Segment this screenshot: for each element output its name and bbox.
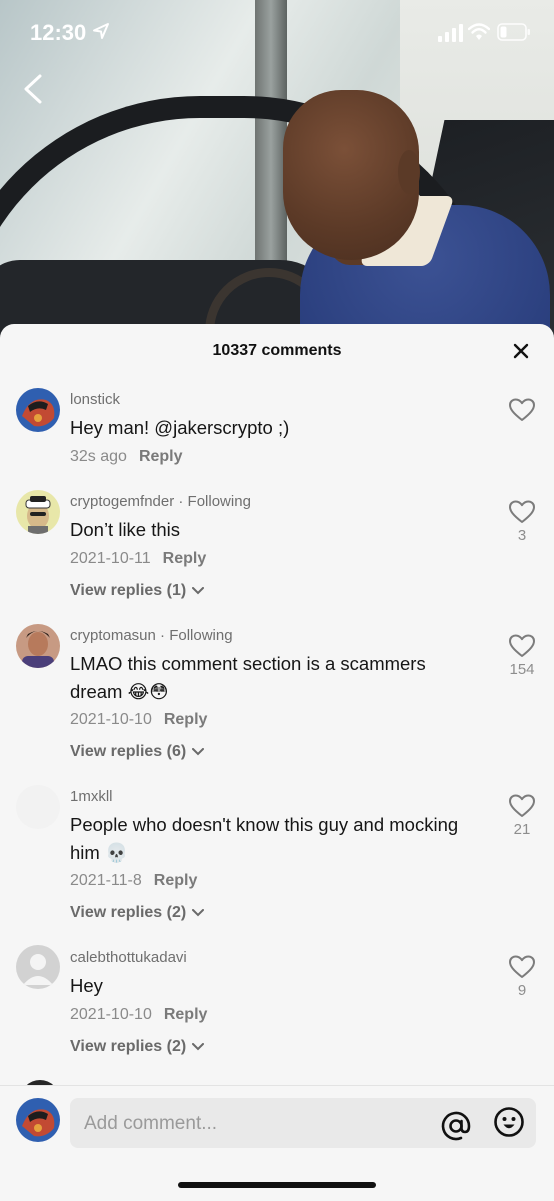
location-arrow-icon	[93, 23, 109, 39]
avatar[interactable]	[16, 624, 60, 668]
avatar-image	[16, 490, 60, 534]
reply-button[interactable]: Reply	[139, 448, 183, 465]
avatar-image	[16, 624, 60, 668]
heart-outline-icon[interactable]	[509, 500, 535, 524]
comment-username[interactable]: calebthottukadavi	[70, 949, 187, 966]
like-count: 21	[513, 821, 531, 838]
chevron-down-icon	[192, 586, 205, 595]
comment-time: 2021-11-8	[70, 872, 142, 889]
comment-username[interactable]: cryptomasun · Following	[70, 627, 233, 644]
close-button[interactable]	[510, 340, 532, 362]
chevron-down-icon	[192, 1042, 205, 1051]
like-count: 9	[517, 982, 527, 999]
reply-button[interactable]: Reply	[154, 872, 198, 889]
view-replies-button[interactable]: View replies (2)	[70, 904, 205, 922]
home-indicator[interactable]	[178, 1182, 376, 1188]
view-replies-button[interactable]: View replies (2)	[70, 1038, 205, 1056]
comment-text: LMAO this comment section is a scammers …	[70, 653, 426, 702]
view-replies-button[interactable]: View replies (1)	[70, 582, 205, 600]
avatar-image	[16, 1098, 60, 1142]
comments-sheet: 10337 comments lonstick Hey man! @jakers…	[0, 324, 554, 1200]
comment-input[interactable]	[82, 1098, 426, 1150]
cellular-signal-icon	[438, 24, 463, 42]
my-avatar	[16, 1098, 60, 1142]
comment-meta: 2021-10-10 Reply	[70, 711, 207, 729]
like-count: 154	[509, 661, 535, 678]
comments-header: 10337 comments	[0, 324, 554, 376]
view-replies-button[interactable]: View replies (6)	[70, 743, 205, 761]
heart-outline-icon[interactable]	[509, 634, 535, 658]
comment-meta: 2021-10-11 Reply	[70, 550, 206, 568]
comment-meta: 32s ago Reply	[70, 448, 183, 466]
wifi-icon	[468, 23, 490, 40]
comment-time: 2021-10-10	[70, 711, 152, 728]
battery-icon	[497, 23, 530, 41]
comment-time: 2021-10-11	[70, 550, 151, 567]
chevron-down-icon	[192, 908, 205, 917]
reply-button[interactable]: Reply	[164, 1006, 208, 1023]
heart-outline-icon[interactable]	[509, 955, 535, 979]
status-bar: 12:30	[0, 0, 554, 70]
avatar[interactable]	[16, 785, 60, 829]
like-count: 3	[517, 527, 527, 544]
comment-time: 32s ago	[70, 448, 127, 465]
comment-meta: 2021-11-8 Reply	[70, 872, 197, 890]
back-button[interactable]	[18, 72, 48, 106]
smiley-icon[interactable]	[493, 1106, 525, 1138]
reply-button[interactable]: Reply	[163, 550, 207, 567]
comment-text: Hey	[70, 975, 103, 996]
avatar[interactable]	[16, 945, 60, 989]
comment-meta: 2021-10-10 Reply	[70, 1006, 207, 1024]
avatar-image	[16, 388, 60, 432]
avatar[interactable]	[16, 388, 60, 432]
reply-button[interactable]: Reply	[164, 711, 208, 728]
status-time: 12:30	[30, 20, 87, 45]
comment-time: 2021-10-10	[70, 1006, 152, 1023]
default-avatar-icon	[16, 945, 60, 989]
comment-text: Don’t like this	[70, 519, 181, 540]
comment-text: People who doesn't know this guy and moc…	[70, 814, 459, 863]
heart-outline-icon[interactable]	[509, 794, 535, 818]
comment-username[interactable]: 1mxkll	[70, 788, 113, 805]
at-sign-icon[interactable]	[440, 1110, 472, 1142]
chevron-down-icon	[192, 747, 205, 756]
comment-count: 10337 comments	[212, 342, 342, 359]
comment-username[interactable]: cryptogemfnder · Following	[70, 493, 251, 510]
heart-outline-icon[interactable]	[509, 398, 535, 422]
comment-username[interactable]: lonstick	[70, 391, 120, 408]
avatar[interactable]	[16, 490, 60, 534]
comment-text: Hey man! @jakerscrypto ;)	[70, 417, 290, 438]
